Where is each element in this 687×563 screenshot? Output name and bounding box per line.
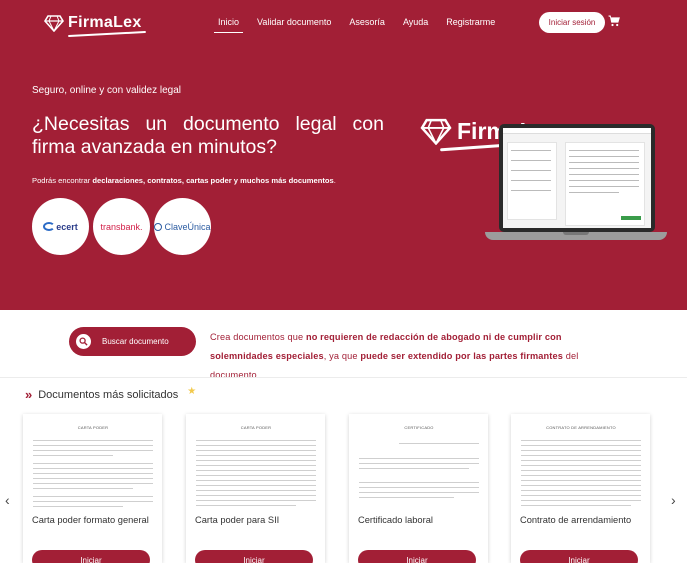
subline-suffix: . xyxy=(333,176,336,185)
laptop-screen xyxy=(499,124,655,232)
nav-item-inicio[interactable]: Inicio xyxy=(213,17,244,33)
hero-section: FirmaLex Inicio Validar documento Asesor… xyxy=(0,0,687,310)
nav-item-registrarme[interactable]: Registrarme xyxy=(446,17,495,27)
nav-item-validar-documento[interactable]: Validar documento xyxy=(257,17,331,27)
top-nav: FirmaLex Inicio Validar documento Asesor… xyxy=(0,0,687,46)
double-chevron-icon: » xyxy=(25,387,33,402)
document-preview-title: CARTA PODER xyxy=(77,425,109,430)
documents-title: Documentos más solicitados xyxy=(38,388,179,401)
document-preview-title: CERTIFICADO xyxy=(404,425,434,430)
document-name: Carta poder para SII xyxy=(195,515,280,525)
documents-section-title: » Documentos más solicitados ★ xyxy=(25,385,197,403)
document-preview: CONTRATO DE ARRENDAMIENTO xyxy=(521,422,641,510)
claveunica-logo-icon xyxy=(154,222,163,231)
ecert-logo-icon xyxy=(43,222,56,231)
nav-links: Inicio Validar documento Asesoría Ayuda … xyxy=(213,17,513,33)
partner-transbank: transbank. xyxy=(93,198,150,255)
nav-item-ayuda[interactable]: Ayuda xyxy=(403,17,428,27)
claveunica-label: ClaveÚnica xyxy=(164,221,211,232)
partner-claveunica: ClaveÚnica xyxy=(154,198,211,255)
document-card[interactable]: CONTRATO DE ARRENDAMIENTO Contrato de ar… xyxy=(511,414,650,563)
logo[interactable]: FirmaLex xyxy=(44,14,146,38)
subline-prefix: Podrás encontrar xyxy=(32,176,93,185)
nav-item-asesoria[interactable]: Asesoría xyxy=(349,17,385,27)
hero-subline: Podrás encontrar declaraciones, contrato… xyxy=(32,176,336,185)
partner-ecert: ecert xyxy=(32,198,89,255)
transbank-label: transbank. xyxy=(100,221,143,232)
document-card[interactable]: CARTA PODER Carta poder para SII Iniciar xyxy=(186,414,325,563)
document-preview-title: CARTA PODER xyxy=(240,425,272,430)
document-preview: CARTA PODER xyxy=(196,422,316,510)
ecert-label: ecert xyxy=(56,221,78,232)
document-name: Carta poder formato general xyxy=(32,515,149,525)
hero-tagline: Seguro, online y con validez legal xyxy=(32,85,181,96)
start-button[interactable]: Iniciar xyxy=(195,550,313,563)
promo-part-1: Crea documentos que xyxy=(210,332,306,342)
hero-headline: ¿Necesitas un documento legal con firma … xyxy=(32,113,384,158)
start-button[interactable]: Iniciar xyxy=(32,550,150,563)
login-button[interactable]: Iniciar sesión xyxy=(539,12,605,33)
section-divider xyxy=(0,377,687,378)
subline-bold: declaraciones, contratos, cartas poder y… xyxy=(92,176,334,185)
start-button[interactable]: Iniciar xyxy=(358,550,476,563)
cart-icon[interactable] xyxy=(608,15,620,27)
promo-bold-2: puede ser extendido por las partes firma… xyxy=(360,351,564,361)
search-icon xyxy=(79,337,88,346)
diamond-logo-icon xyxy=(44,15,64,32)
document-preview-title: CONTRATO DE ARRENDAMIENTO xyxy=(546,425,616,430)
diamond-logo-icon xyxy=(420,118,452,145)
document-card[interactable]: CARTA PODER Carta poder formato general … xyxy=(23,414,162,563)
carousel-prev-icon[interactable]: ‹ xyxy=(5,492,10,508)
promo-part-2: , ya que xyxy=(323,351,361,361)
document-preview: CERTIFICADO xyxy=(359,422,479,510)
start-button[interactable]: Iniciar xyxy=(520,550,638,563)
search-button[interactable]: Buscar documento xyxy=(69,327,196,356)
document-name: Certificado laboral xyxy=(358,515,433,525)
document-preview: CARTA PODER xyxy=(33,422,153,510)
star-icon: ★ xyxy=(187,385,197,397)
search-label: Buscar documento xyxy=(102,337,169,346)
logo-text: FirmaLex xyxy=(68,14,142,31)
document-card[interactable]: CERTIFICADO Certificado laboral Iniciar xyxy=(349,414,488,563)
carousel-next-icon[interactable]: › xyxy=(671,492,676,508)
document-name: Contrato de arrendamiento xyxy=(520,515,632,525)
